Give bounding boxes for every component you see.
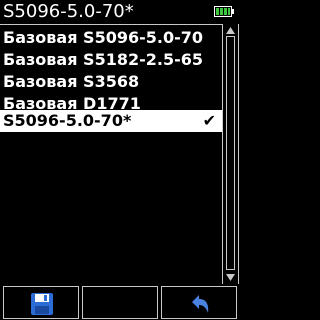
list-item-label: S5096-5.0-70* [3,111,132,130]
softkey-bar [0,286,240,320]
checkmark-icon: ✔ [202,111,216,130]
scrollbar[interactable] [222,24,239,284]
scroll-down-arrow-icon[interactable] [223,271,238,283]
save-icon [31,293,53,315]
list-item[interactable]: Базовая S5096-5.0-70 [0,27,222,49]
list-item-selected[interactable]: S5096-5.0-70* ✔ [0,110,222,132]
list-item-label: Базовая S5096-5.0-70 [3,28,203,47]
back-icon [192,295,209,313]
list-item[interactable]: Базовая S3568 [0,71,222,93]
back-softkey[interactable] [161,286,237,319]
list-item[interactable]: Базовая S5182-2.5-65 [0,49,222,71]
list-item-label: Базовая S5182-2.5-65 [3,50,203,69]
battery-icon [214,6,234,17]
save-softkey[interactable] [3,286,79,319]
list-item-label: Базовая S3568 [3,72,140,91]
window-title: S5096-5.0-70* [3,1,134,22]
preset-list: Базовая S5096-5.0-70 Базовая S5182-2.5-6… [0,24,222,285]
middle-softkey[interactable] [82,286,158,319]
title-bar: S5096-5.0-70* [0,0,240,24]
scroll-thumb[interactable] [226,36,235,270]
